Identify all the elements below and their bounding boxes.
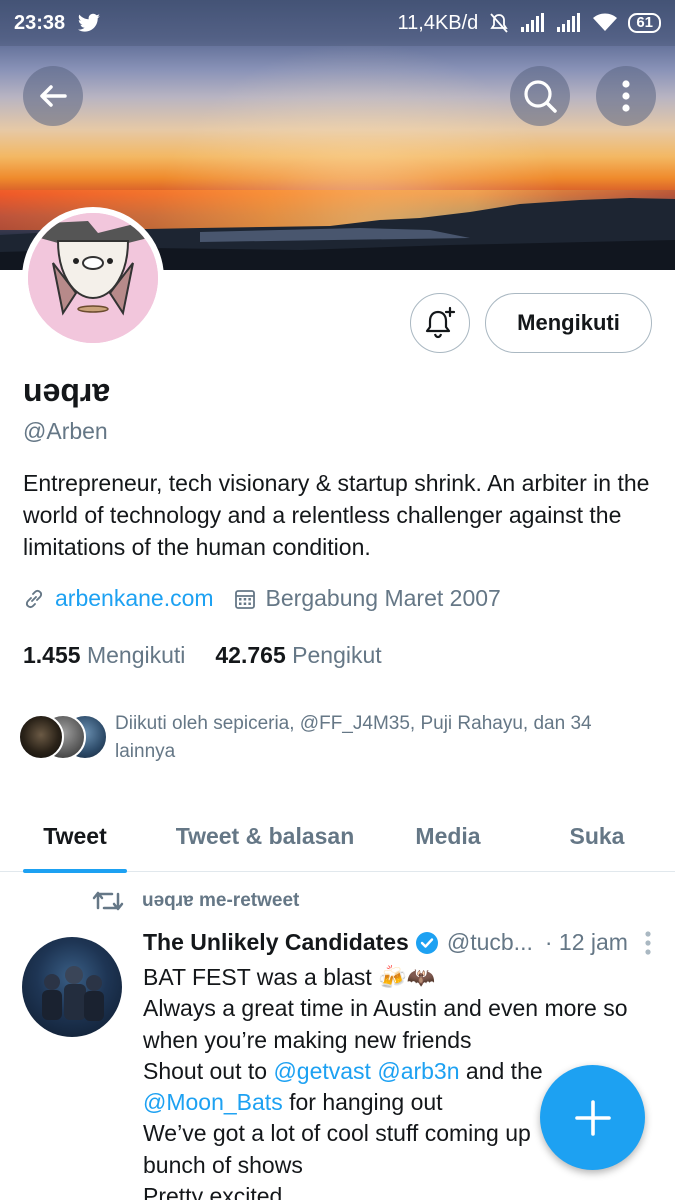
mention-link[interactable]: @getvast [273, 1058, 371, 1084]
profile-avatar[interactable] [22, 207, 164, 349]
more-options-button[interactable] [596, 66, 656, 126]
tweet-line: BAT FEST was a blast 🍻🦇 [143, 964, 436, 990]
followers-count: 42.765 [215, 642, 286, 668]
tab-label: Tweet & balasan [175, 822, 355, 849]
band-photo [42, 966, 104, 1021]
profile-tabs: Tweet Tweet & balasan Media Suka [0, 800, 675, 873]
network-speed: 11,4KB/d [397, 11, 479, 34]
calendar-icon [234, 589, 255, 609]
tweet-line: Always a great time in Austin and even m… [143, 995, 628, 1022]
tweet-text-segment: and the [459, 1057, 543, 1084]
more-vertical-icon [622, 80, 630, 112]
profile-meta: arbenkane.com Bergabung Maret 2007 [23, 585, 501, 612]
tab-label: Tweet [43, 822, 107, 849]
notification-bell-button[interactable] [410, 293, 470, 353]
profile-bio: Entrepreneur, tech visionary & startup s… [23, 470, 650, 560]
verified-badge-icon [415, 931, 438, 954]
profile-website-link[interactable]: arbenkane.com [55, 585, 214, 612]
profile-joined-date: Bergabung Maret 2007 [265, 585, 501, 611]
tweet-line: when you’re making new friends [143, 1026, 472, 1053]
following-count-link[interactable]: 1.455 Mengikuti [23, 642, 185, 669]
bell-plus-icon [425, 306, 456, 339]
link-icon [25, 589, 43, 608]
signal-icon-2 [557, 13, 581, 32]
search-icon [524, 80, 557, 113]
retweet-text: uəqɹɐ me-retweet [142, 890, 300, 911]
twitter-bird-icon [78, 13, 101, 32]
tweet-line: Pretty excited [143, 1183, 283, 1200]
battery-indicator: 61 [628, 13, 661, 33]
tab-tweet-and-replies[interactable]: Tweet & balasan [165, 800, 365, 872]
compose-plus-icon [574, 1099, 611, 1136]
tweet-author-username[interactable]: @tucb... [447, 929, 533, 956]
following-label: Mengikuti [86, 642, 186, 668]
followed-by-avatars [18, 710, 110, 760]
tweet-timestamp: · 12 jam [544, 929, 628, 955]
retweet-indicator: uəqɹɐ me-retweet [92, 888, 299, 914]
search-button[interactable] [510, 66, 570, 126]
mention-link[interactable]: @arb3n [377, 1058, 459, 1084]
followers-label: Pengikut [292, 642, 382, 668]
wifi-icon [593, 13, 618, 31]
avatar-image [28, 213, 158, 343]
tweet-text-segment: for hanging out [282, 1089, 443, 1116]
status-time: 23:38 [14, 11, 66, 34]
tab-tweet[interactable]: Tweet [23, 800, 127, 873]
retweet-icon [92, 891, 124, 911]
profile-handle: @Arben [23, 418, 108, 444]
tweet-more-icon[interactable] [643, 930, 653, 956]
tab-label: Suka [569, 822, 625, 849]
tab-label: Media [415, 822, 481, 849]
follow-counts: 1.455 Mengikuti 42.765 Pengikut [23, 642, 382, 669]
followed-by-text: Diikuti oleh sepiceria, @FF_J4M35, Puji … [115, 713, 592, 762]
followers-count-link[interactable]: 42.765 Pengikut [215, 642, 381, 669]
tweet-author-name[interactable]: The Unlikely Candidates [143, 929, 409, 956]
following-button[interactable]: Mengikuti [485, 293, 652, 353]
avatar-bat-illustration [28, 213, 158, 343]
back-button[interactable] [23, 66, 83, 126]
compose-tweet-button[interactable] [540, 1065, 645, 1170]
tweet-text-segment: Shout out to [143, 1057, 274, 1084]
bell-muted-icon [490, 13, 508, 33]
following-count: 1.455 [23, 642, 81, 668]
tab-media[interactable]: Media [397, 800, 499, 872]
profile-display-name: uəqɹɐ [23, 372, 111, 408]
follower-avatar-1 [18, 714, 64, 760]
tweet-author-avatar[interactable] [22, 937, 122, 1037]
followed-by-section[interactable]: Diikuti oleh sepiceria, @FF_J4M35, Puji … [18, 710, 655, 766]
tweet-header: The Unlikely Candidates @tucb... · 12 ja… [143, 929, 653, 956]
status-bar: 23:38 11,4KB/d 61 [0, 0, 675, 46]
tab-likes[interactable]: Suka [549, 800, 645, 872]
signal-icon [521, 13, 545, 32]
mention-link[interactable]: @Moon_Bats [143, 1089, 283, 1115]
back-arrow-icon [40, 85, 67, 107]
